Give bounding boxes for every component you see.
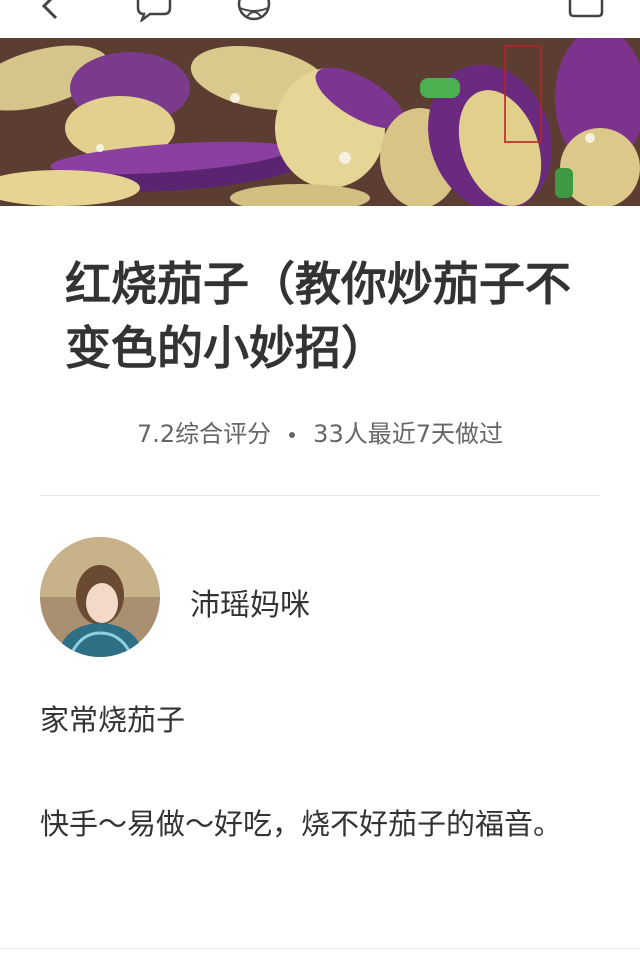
recipe-meta: 7.2综合评分 33人最近7天做过	[0, 414, 640, 449]
chat-icon[interactable]	[134, 0, 174, 22]
separator-dot	[289, 432, 296, 438]
divider	[40, 495, 600, 496]
recipe-title: 红烧茄子（教你炒茄子不变色的小妙招）	[65, 257, 571, 375]
description-line-1: 家常烧茄子	[40, 703, 186, 737]
back-arrow-icon[interactable]	[34, 0, 64, 20]
author-name[interactable]: 沛瑶妈咪	[190, 580, 310, 624]
recent-cooks-text: 33人最近7天做过	[313, 420, 503, 448]
top-nav-bar	[0, 0, 640, 38]
rating-text: 7.2综合评分	[137, 420, 272, 448]
divider	[0, 948, 640, 949]
author-avatar[interactable]	[40, 537, 160, 657]
basketball-icon[interactable]	[236, 0, 272, 22]
recipe-hero-image	[0, 38, 640, 206]
bag-icon[interactable]	[566, 0, 606, 22]
description-line-2: 快手～易做～好吃，烧不好茄子的福音。	[40, 807, 563, 841]
